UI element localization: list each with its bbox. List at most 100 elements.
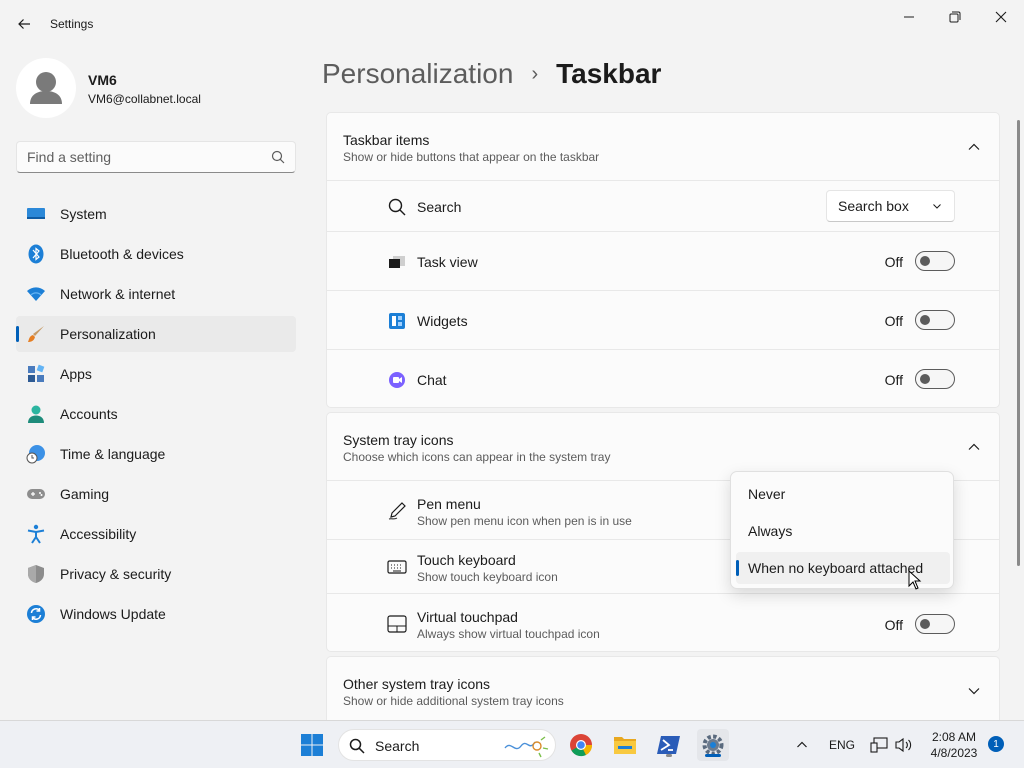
virtual-touchpad-toggle[interactable] — [915, 614, 955, 634]
taskbar-items-header[interactable]: Taskbar items Show or hide buttons that … — [327, 113, 999, 181]
task-view-icon — [387, 252, 407, 272]
section-subtitle: Choose which icons can appear in the sys… — [343, 450, 611, 464]
sidebar-item-label: Network & internet — [60, 286, 176, 302]
taskbar-clock[interactable]: 2:08 AM 4/8/2023 — [920, 729, 988, 761]
widgets-icon — [387, 311, 407, 331]
file-explorer-taskbar-button[interactable] — [609, 729, 641, 761]
minimize-button[interactable] — [897, 6, 921, 28]
sidebar-item-accounts[interactable]: Accounts — [16, 396, 296, 432]
settings-taskbar-button[interactable] — [697, 729, 729, 761]
user-name: VM6 — [88, 72, 117, 88]
notification-count-badge[interactable]: 1 — [988, 736, 1004, 752]
start-button[interactable] — [296, 729, 328, 761]
other-system-tray-section[interactable]: Other system tray icons Show or hide add… — [326, 656, 1000, 720]
windows-taskbar: Search ENG 2:08 AM 4/8/2023 — [0, 720, 1024, 768]
sidebar-item-label: Apps — [60, 366, 92, 382]
clock-date: 4/8/2023 — [930, 746, 978, 760]
search-highlight-doodle-icon — [504, 736, 549, 758]
title-bar: Settings — [0, 0, 1024, 48]
avatar[interactable] — [16, 58, 76, 118]
powershell-taskbar-button[interactable] — [653, 729, 685, 761]
section-title: Taskbar items — [343, 132, 430, 148]
toggle-state-label: Off — [884, 254, 903, 270]
section-subtitle: Show or hide buttons that appear on the … — [343, 150, 600, 164]
bluetooth-icon — [26, 244, 46, 264]
chevron-up-icon — [797, 741, 807, 748]
system-icon — [26, 204, 46, 224]
row-label: Pen menu — [417, 496, 481, 512]
powershell-icon — [657, 736, 680, 754]
task-view-toggle[interactable] — [915, 251, 955, 271]
sidebar-item-apps[interactable]: Apps — [16, 356, 296, 392]
network-tray-button[interactable] — [866, 729, 892, 761]
restore-button[interactable] — [943, 6, 967, 28]
chat-toggle[interactable] — [915, 369, 955, 389]
wifi-icon — [26, 284, 46, 304]
search-mode-combobox[interactable]: Search box — [826, 190, 955, 222]
chrome-icon — [570, 734, 593, 757]
row-label: Touch keyboard — [417, 552, 516, 568]
show-hidden-icons-button[interactable] — [788, 729, 816, 761]
user-silhouette-icon — [30, 72, 62, 104]
sidebar-item-privacy-security[interactable]: Privacy & security — [16, 556, 296, 592]
chrome-taskbar-button[interactable] — [565, 729, 597, 761]
sidebar-item-bluetooth[interactable]: Bluetooth & devices — [16, 236, 296, 272]
sidebar-item-label: Bluetooth & devices — [60, 246, 184, 262]
row-label: Search — [417, 199, 462, 215]
row-subtitle: Show pen menu icon when pen is in use — [417, 514, 632, 528]
active-app-indicator — [705, 754, 721, 757]
search-icon — [387, 197, 407, 217]
accessibility-icon — [26, 524, 46, 544]
time-language-icon — [26, 444, 46, 464]
chevron-up-icon[interactable] — [967, 440, 981, 454]
volume-tray-button[interactable] — [892, 729, 916, 761]
update-icon — [26, 604, 46, 624]
section-subtitle: Show or hide additional system tray icon… — [343, 694, 564, 708]
search-icon — [271, 150, 285, 164]
chevron-up-icon[interactable] — [967, 140, 981, 154]
toggle-state-label: Off — [884, 372, 903, 388]
input-language-indicator[interactable]: ENG — [829, 738, 855, 752]
windows-logo-icon — [301, 734, 323, 756]
widgets-toggle[interactable] — [915, 310, 955, 330]
close-button[interactable] — [989, 6, 1013, 28]
page-title: Taskbar — [556, 58, 662, 89]
apps-icon — [26, 364, 46, 384]
toggle-knob — [920, 256, 930, 266]
sidebar-item-label: Accessibility — [60, 526, 137, 542]
find-setting-box — [16, 141, 296, 173]
scrollbar-thumb[interactable] — [1017, 120, 1020, 566]
breadcrumb-parent[interactable]: Personalization — [322, 58, 513, 90]
back-button[interactable] — [12, 12, 36, 36]
taskbar-search-label: Search — [375, 738, 420, 754]
sidebar-item-label: Time & language — [60, 446, 166, 462]
taskbar-item-task-view-row: Task view Off — [327, 231, 999, 290]
row-label: Virtual touchpad — [417, 609, 518, 625]
sidebar-item-system[interactable]: System — [16, 196, 296, 232]
clock-time: 2:08 AM — [931, 730, 977, 744]
sidebar-item-gaming[interactable]: Gaming — [16, 476, 296, 512]
sidebar-nav: System Bluetooth & devices Network & int… — [16, 196, 296, 636]
sidebar-item-personalization[interactable]: Personalization — [16, 316, 296, 352]
chat-icon — [387, 370, 407, 390]
find-setting-input[interactable] — [17, 142, 257, 172]
user-email: VM6@collabnet.local — [88, 92, 201, 106]
network-icon — [870, 737, 888, 753]
folder-icon — [614, 737, 636, 754]
dropdown-option-always[interactable]: Always — [736, 515, 950, 547]
accounts-icon — [26, 404, 46, 424]
sidebar-item-time-language[interactable]: Time & language — [16, 436, 296, 472]
sidebar-item-windows-update[interactable]: Windows Update — [16, 596, 296, 632]
toggle-knob — [920, 315, 930, 325]
speaker-icon — [895, 737, 912, 753]
taskbar-search-box[interactable]: Search — [338, 729, 556, 761]
row-label: Chat — [417, 372, 447, 388]
touchpad-icon — [387, 614, 407, 634]
sidebar-item-network[interactable]: Network & internet — [16, 276, 296, 312]
breadcrumb: Personalization › Taskbar — [322, 58, 661, 90]
sidebar-item-label: Gaming — [60, 486, 110, 502]
search-icon — [349, 738, 365, 754]
chevron-down-icon[interactable] — [967, 684, 981, 698]
dropdown-option-never[interactable]: Never — [736, 478, 950, 510]
sidebar-item-accessibility[interactable]: Accessibility — [16, 516, 296, 552]
